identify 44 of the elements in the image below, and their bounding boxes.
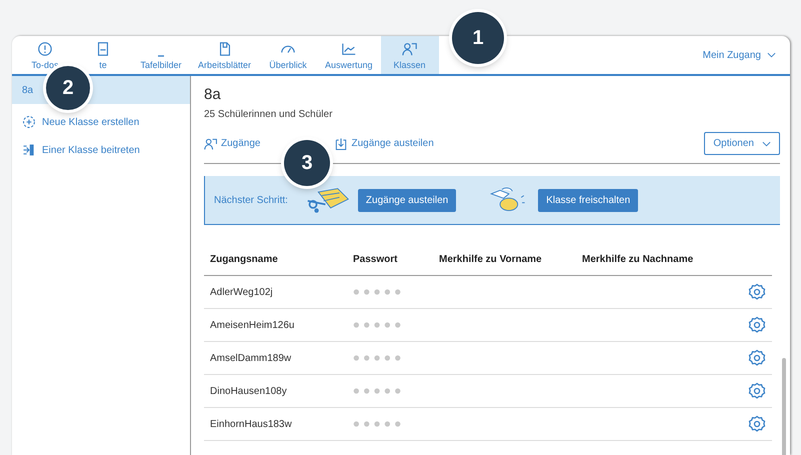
- line-chart-icon: [340, 41, 357, 57]
- action-link[interactable]: Zugänge austeilen: [334, 136, 434, 150]
- nav-tab[interactable]: Überblick: [259, 36, 318, 74]
- class-title: 8a: [204, 86, 222, 103]
- download-icon: [334, 136, 348, 150]
- action-link[interactable]: Zugänge: [204, 136, 260, 150]
- plus-circle-icon: [22, 115, 36, 129]
- people-icon: [402, 41, 418, 57]
- nav-tab[interactable]: Klassen: [380, 36, 439, 74]
- nav-tab[interactable]: Tafelbilder: [132, 36, 190, 74]
- scrollbar[interactable]: [782, 358, 786, 455]
- options-dropdown[interactable]: Optionen: [704, 132, 780, 155]
- settings-button[interactable]: [748, 415, 766, 433]
- callout-tooltip: 1: [452, 12, 504, 64]
- table-cell-text: AmeisenHeim126u: [210, 320, 296, 330]
- alert-icon: [37, 41, 53, 57]
- chevron-down-icon: [767, 52, 776, 58]
- primary-button[interactable]: Zugänge austeilen: [358, 188, 456, 212]
- chevron-down-icon: [762, 140, 771, 146]
- column-header: Passwort: [353, 254, 398, 264]
- scissors-cards-drawing: [306, 186, 350, 214]
- settings-button[interactable]: [748, 316, 766, 334]
- sidebar-item[interactable]: Einer Klasse beitreten: [12, 136, 190, 164]
- nav-tab[interactable]: Auswertung: [317, 36, 381, 74]
- people-icon: [204, 136, 218, 150]
- next-step-label: Nächster Schritt:: [214, 194, 288, 206]
- door-enter-icon: [22, 143, 36, 157]
- table-cell-text: AmselDamm189w: [210, 352, 292, 364]
- table-cell-text: EinhornHaus183w: [210, 418, 293, 430]
- sidebar-item[interactable]: Neue Klasse erstellen: [12, 108, 190, 136]
- column-header: Merkhilfe zu Nachname: [582, 254, 694, 264]
- settings-button[interactable]: [748, 349, 766, 367]
- primary-button[interactable]: Klasse freischalten: [538, 188, 638, 212]
- account-menu[interactable]: Mein Zugang: [702, 36, 790, 74]
- table-cell-text: DinoHausen108y: [210, 386, 288, 396]
- student-count: 25 Schülerinnen und Schüler: [204, 109, 334, 120]
- settings-button[interactable]: [748, 382, 766, 400]
- column-header: Merkhilfe zu Vorname: [439, 254, 543, 264]
- column-header: Zugangsname: [210, 254, 279, 264]
- nav-tab[interactable]: Arbeitsblätter: [190, 36, 260, 74]
- settings-button[interactable]: [748, 283, 766, 301]
- table-cell-text: AdlerWeg102j: [210, 286, 274, 298]
- callout-tooltip: 3: [284, 140, 330, 186]
- notebook-icon: [95, 41, 111, 57]
